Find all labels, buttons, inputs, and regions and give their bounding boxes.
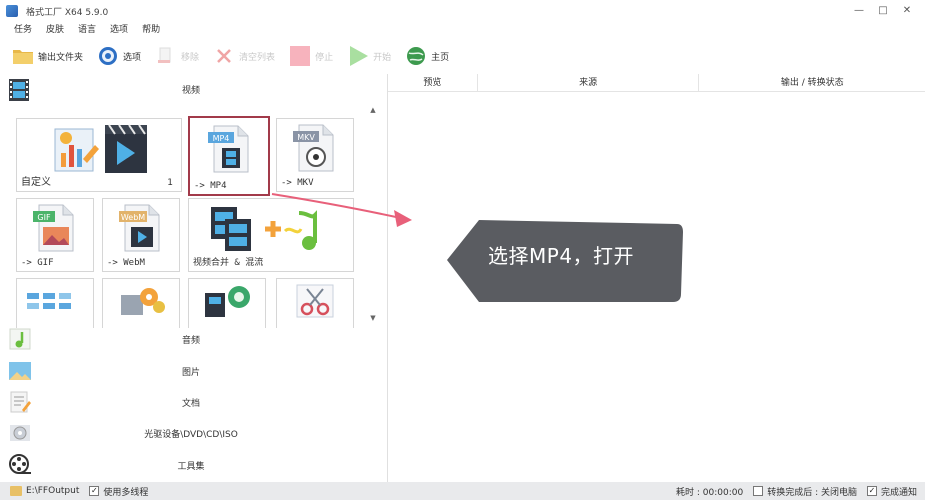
gif-file-icon: GIF <box>33 204 74 252</box>
notify-label: 完成通知 <box>880 487 917 498</box>
category-document[interactable]: 文档 <box>0 387 382 417</box>
scissors-icon <box>296 284 334 318</box>
tile-partial-1[interactable] <box>16 278 94 328</box>
gif-badge: GIF <box>37 213 51 222</box>
maximize-button[interactable]: □ <box>871 2 895 20</box>
mkv-file-icon: MKV <box>293 124 334 172</box>
tile-video-merge[interactable]: 视频合并 & 混流 <box>188 198 354 272</box>
options-button[interactable]: 选项 <box>97 43 141 69</box>
tile-webm-label: -> WebM <box>107 258 145 268</box>
play-icon <box>347 45 369 67</box>
menu-options[interactable]: 选项 <box>110 22 128 38</box>
image-icon <box>8 359 32 383</box>
custom-chart-icon <box>54 124 147 173</box>
menu-task[interactable]: 任务 <box>14 22 32 38</box>
annotation-text: 选择MP4，打开 <box>488 244 635 268</box>
output-folder-icon[interactable] <box>10 486 22 496</box>
disc-icon <box>8 421 32 445</box>
tile-partial-3[interactable] <box>188 278 266 328</box>
clear-x-icon <box>213 45 235 67</box>
tile-partial-4[interactable] <box>276 278 354 328</box>
document-icon <box>8 390 32 414</box>
options-gear-icon <box>97 45 119 67</box>
tile-mkv-label: -> MKV <box>281 178 314 188</box>
after-convert-label[interactable]: 转换完成后 : 关闭电脑 <box>767 485 857 498</box>
tile-partial-2[interactable] <box>102 278 180 328</box>
category-toolbox[interactable]: 工具集 <box>0 450 382 480</box>
menu-bar: 任务 皮肤 语言 选项 帮助 <box>0 22 174 38</box>
clear-list-button[interactable]: 清空列表 <box>213 43 275 69</box>
tile-video-merge-label: 视频合并 & 混流 <box>193 258 264 268</box>
category-optical-disc[interactable]: 光驱设备\DVD\CD\ISO <box>0 418 382 448</box>
app-icon <box>6 5 18 17</box>
tile-mkv[interactable]: MKV -> MKV <box>276 118 354 192</box>
scroll-down-arrow[interactable]: ▼ <box>366 312 380 324</box>
status-bar-right: 耗时 : 00:00:00 转换完成后 : 关闭电脑 ✓ 完成通知 <box>672 482 917 500</box>
window-controls: — □ ✕ <box>847 2 919 20</box>
tile-mp4-label: -> MP4 <box>194 181 227 191</box>
after-convert-checkbox[interactable] <box>753 486 764 496</box>
status-bar: E:\FFOutput ✓ 使用多线程 耗时 : 00:00:00 转换完成后 … <box>0 482 925 500</box>
video-section-title: 视频 <box>181 85 200 96</box>
merge-video-icon <box>211 207 317 251</box>
output-folder-button[interactable]: 输出文件夹 <box>12 43 83 69</box>
menu-help[interactable]: 帮助 <box>142 22 160 38</box>
category-audio[interactable]: 音频 <box>0 324 382 354</box>
notify-checkbox[interactable]: ✓ <box>866 486 877 496</box>
tile-gif[interactable]: GIF -> GIF <box>16 198 94 272</box>
music-note-icon <box>8 327 32 351</box>
folder-icon <box>12 45 34 67</box>
tile-custom-label: 自定义 <box>21 177 51 188</box>
multithread-label: 使用多线程 <box>103 487 149 498</box>
elapsed-time: 耗时 : 00:00:00 <box>676 487 744 498</box>
mp4-file-icon: MP4 <box>208 125 249 173</box>
video-grid-scrollbar[interactable]: ▲ ▼ <box>366 104 380 324</box>
webm-file-icon: WebM <box>119 204 160 252</box>
webm-badge: WebM <box>121 213 145 222</box>
toolbar: 输出文件夹 选项 移除 清空列表 停止 开始 主页 <box>0 42 925 70</box>
column-output-status[interactable]: 输出 / 转换状态 <box>699 74 925 91</box>
tile-custom[interactable]: 自定义 1 <box>16 118 182 192</box>
task-list-header: 预览 来源 输出 / 转换状态 <box>388 74 925 92</box>
film-reel-icon <box>8 453 32 477</box>
menu-skin[interactable]: 皮肤 <box>46 22 64 38</box>
close-button[interactable]: ✕ <box>895 2 919 20</box>
minimize-button[interactable]: — <box>847 2 871 20</box>
function-panel: 视频 自定义 1 MP4 -> MP4 MKV -> MKV GIF -> GI… <box>0 74 382 482</box>
scroll-up-arrow[interactable]: ▲ <box>366 104 380 116</box>
stop-icon <box>289 45 311 67</box>
window-title: 格式工厂 X64 5.9.0 <box>26 7 109 18</box>
home-button[interactable]: 主页 <box>405 43 449 69</box>
menu-language[interactable]: 语言 <box>78 22 96 38</box>
remove-button[interactable]: 移除 <box>155 43 199 69</box>
column-source[interactable]: 来源 <box>478 74 700 91</box>
mp4-badge: MP4 <box>213 134 230 143</box>
gear-icon <box>121 288 165 315</box>
globe-icon <box>405 45 427 67</box>
tile-mp4[interactable]: MP4 -> MP4 <box>188 116 270 196</box>
title-bar: 格式工厂 X64 5.9.0 — □ ✕ <box>0 0 925 22</box>
tile-custom-count: 1 <box>167 178 173 188</box>
tile-gif-label: -> GIF <box>21 258 54 268</box>
tile-webm[interactable]: WebM -> WebM <box>102 198 180 272</box>
video-section-header[interactable]: 视频 <box>0 74 382 104</box>
column-preview[interactable]: 预览 <box>388 74 478 91</box>
multithread-checkbox[interactable]: ✓ <box>89 486 100 496</box>
category-image[interactable]: 图片 <box>0 356 382 386</box>
mkv-badge: MKV <box>297 133 315 142</box>
remove-icon <box>155 45 177 67</box>
tile-partial-1-icon <box>27 293 71 309</box>
stop-button[interactable]: 停止 <box>289 43 333 69</box>
film-icon <box>8 78 30 102</box>
video-tile-grid: 自定义 1 MP4 -> MP4 MKV -> MKV GIF -> GIF W… <box>12 114 364 328</box>
start-button[interactable]: 开始 <box>347 43 391 69</box>
output-path[interactable]: E:\FFOutput <box>26 486 79 496</box>
video-music-icon <box>205 286 250 317</box>
